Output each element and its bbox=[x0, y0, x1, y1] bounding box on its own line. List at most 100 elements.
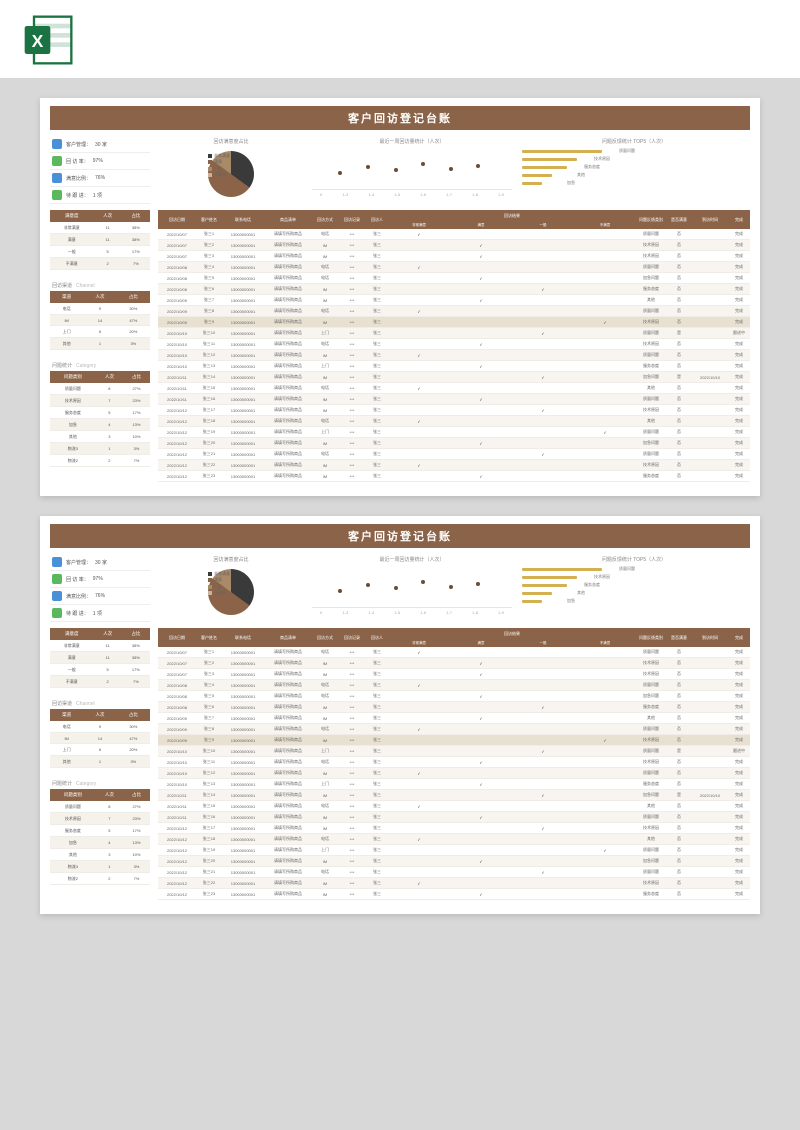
table-row: 2022/10/12张三1913000000001请填写所购商品上门***张三✓… bbox=[158, 845, 750, 856]
channel-table: 渠道人次占比电话930%IM1447%上门620%其他13% bbox=[50, 291, 150, 350]
table-row: 2022/10/10张三1113000000001请填写所购商品电话***张三✓… bbox=[158, 757, 750, 768]
kpi-label: 待 跟 进： bbox=[66, 610, 89, 617]
table-row: 2022/10/08张三513000000001请填写所购商品电话***张三✓加… bbox=[158, 273, 750, 284]
main-table-panel: 回访日期客户姓名联系电话商品清单回访方式回访记录回访人回访结果问题反馈类别是否满… bbox=[158, 210, 750, 482]
section-label: 问题统计 bbox=[52, 363, 72, 369]
table-row: 其他310% bbox=[50, 849, 150, 861]
table-row: 2022/10/12张三2013000000001请填写所购商品IM***张三✓… bbox=[158, 856, 750, 867]
kpi-value: 1 项 bbox=[93, 610, 102, 617]
table-row: 其他13% bbox=[50, 338, 150, 350]
table-row: 上门620% bbox=[50, 744, 150, 756]
smile-icon bbox=[52, 173, 62, 183]
line-chart bbox=[320, 153, 504, 183]
dashboard-row: 客户管理：30 家 回 访 率：97% 满意比例：76% 待 跟 进：1 项 回… bbox=[50, 136, 750, 204]
table-row: 2022/10/10张三1113000000001请填写所购商品电话***张三✓… bbox=[158, 339, 750, 350]
chart-title: 回访满意度占比 bbox=[156, 136, 306, 147]
table-row: 2022/10/07张三313000000001请填写所购商品IM***张三✓技… bbox=[158, 251, 750, 262]
satisfaction-table: 满意度人次占比非常满意1138%满意1138%一般517%不满意27% bbox=[50, 210, 150, 270]
table-row: 非常满意1138% bbox=[50, 222, 150, 234]
table-row: 2022/10/11张三1413000000001请填写所购商品IM***张三✓… bbox=[158, 790, 750, 801]
kpi-label: 满意比例： bbox=[66, 175, 91, 182]
table-row: 电话930% bbox=[50, 721, 150, 733]
table-row: 一般517% bbox=[50, 246, 150, 258]
table-row: 2022/10/12张三2013000000001请填写所购商品IM***张三✓… bbox=[158, 438, 750, 449]
section-label-en: Category bbox=[76, 781, 96, 787]
table-row: 2022/10/10张三1313000000001请填写所购商品上门***张三✓… bbox=[158, 779, 750, 790]
kpi-label: 回 访 率： bbox=[66, 158, 89, 165]
kpi-value: 1 项 bbox=[93, 192, 102, 199]
satisfaction-table: 满意度人次占比非常满意1138%满意1138%一般517%不满意27% bbox=[50, 628, 150, 688]
kpi-label: 回 访 率： bbox=[66, 576, 89, 583]
kpi-label: 满意比例： bbox=[66, 593, 91, 600]
table-row: 物流313% bbox=[50, 443, 150, 455]
table-row: 2022/10/07张三113000000001请填写所购商品电话***张三✓质… bbox=[158, 647, 750, 658]
line-panel: 最近一周回访量统计（人次） 01-31-41-51-61-71-81-9 bbox=[312, 136, 512, 204]
table-row: 2022/10/12张三1713000000001请填写所购商品IM***张三✓… bbox=[158, 405, 750, 416]
excel-icon: X bbox=[20, 12, 76, 68]
table-row: 2022/10/08张三613000000001请填写所购商品IM***张三✓服… bbox=[158, 702, 750, 713]
table-row: 2022/10/12张三2213000000001请填写所购商品IM***张三✓… bbox=[158, 460, 750, 471]
channel-table: 渠道人次占比电话930%IM1447%上门620%其他13% bbox=[50, 709, 150, 768]
table-row: 2022/10/07张三213000000001请填写所购商品IM***张三✓技… bbox=[158, 240, 750, 251]
table-row: 2022/10/07张三213000000001请填写所购商品IM***张三✓技… bbox=[158, 658, 750, 669]
table-row: IM1447% bbox=[50, 315, 150, 326]
table-row: 不满意27% bbox=[50, 258, 150, 270]
table-row: 加急413% bbox=[50, 837, 150, 849]
chart-title: 最近一周回访量统计（人次） bbox=[312, 136, 512, 147]
table-row: 2022/10/08张三413000000001请填写所购商品电话***张三✓质… bbox=[158, 262, 750, 273]
table-row: 2022/10/09张三913000000001请填写所购商品IM***张三✓技… bbox=[158, 317, 750, 328]
section-label: 回访渠道 bbox=[52, 283, 72, 289]
kpi-value: 97% bbox=[93, 158, 103, 164]
kpi-value: 76% bbox=[95, 593, 105, 599]
chart-title: 最近一周回访量统计（人次） bbox=[312, 554, 512, 565]
pie-legend: 非常满意满意一般不满意 bbox=[208, 571, 230, 597]
table-row: 2022/10/09张三813000000001请填写所购商品电话***张三✓质… bbox=[158, 724, 750, 735]
table-row: 一般517% bbox=[50, 664, 150, 676]
table-row: 技术原因723% bbox=[50, 395, 150, 407]
table-row: 技术原因723% bbox=[50, 813, 150, 825]
chart-title: 问题反馈统计 TOP5（人次） bbox=[518, 136, 750, 147]
table-row: 2022/10/08张三513000000001请填写所购商品电话***张三✓加… bbox=[158, 691, 750, 702]
table-row: 物流227% bbox=[50, 455, 150, 467]
table-row: 不满意27% bbox=[50, 676, 150, 688]
line-axis: 01-31-41-51-61-71-81-9 bbox=[312, 607, 512, 617]
line-panel: 最近一周回访量统计（人次） 01-31-41-51-61-71-81-9 bbox=[312, 554, 512, 622]
table-row: 物流227% bbox=[50, 873, 150, 885]
main-table-panel: 回访日期客户姓名联系电话商品清单回访方式回访记录回访人回访结果问题反馈类别是否满… bbox=[158, 628, 750, 900]
table-row: 2022/10/10张三1013000000001请填写所购商品上门***张三✓… bbox=[158, 746, 750, 757]
table-row: 2022/10/12张三1713000000001请填写所购商品IM***张三✓… bbox=[158, 823, 750, 834]
table-row: 2022/10/12张三2213000000001请填写所购商品IM***张三✓… bbox=[158, 878, 750, 889]
phone-icon bbox=[52, 156, 62, 166]
table-row: 质量问题827% bbox=[50, 383, 150, 395]
kpi-value: 97% bbox=[93, 576, 103, 582]
kpi-label: 待 跟 进： bbox=[66, 192, 89, 199]
table-row: 2022/10/09张三713000000001请填写所购商品IM***张三✓其… bbox=[158, 713, 750, 724]
table-row: 2022/10/10张三1213000000001请填写所购商品IM***张三✓… bbox=[158, 350, 750, 361]
table-row: 2022/10/10张三1013000000001请填写所购商品上门***张三✓… bbox=[158, 328, 750, 339]
table-row: 加急413% bbox=[50, 419, 150, 431]
sheet-title: 客户回访登记台账 bbox=[50, 106, 750, 130]
bar-chart: 质量问题技术原因服务态度其他加急 bbox=[518, 565, 750, 605]
pie-panel: 回访满意度占比 非常满意满意一般不满意 bbox=[156, 136, 306, 204]
side-panel: 满意度人次占比非常满意1138%满意1138%一般517%不满意27% 回访渠道… bbox=[50, 210, 150, 482]
category-table: 问题类别人次占比质量问题827%技术原因723%服务态度517%加急413%其他… bbox=[50, 789, 150, 885]
kpi-label: 客户管理： bbox=[66, 559, 91, 566]
main-table: 回访日期客户姓名联系电话商品清单回访方式回访记录回访人回访结果问题反馈类别是否满… bbox=[158, 210, 750, 482]
table-row: 2022/10/12张三2113000000001请填写所购商品电话***张三✓… bbox=[158, 867, 750, 878]
kpi-value: 30 家 bbox=[95, 559, 107, 566]
table-row: 2022/10/08张三413000000001请填写所购商品电话***张三✓质… bbox=[158, 680, 750, 691]
table-row: 2022/10/12张三2313000000001请填写所购商品IM***张三✓… bbox=[158, 471, 750, 482]
table-row: 满意1138% bbox=[50, 234, 150, 246]
main-table: 回访日期客户姓名联系电话商品清单回访方式回访记录回访人回访结果问题反馈类别是否满… bbox=[158, 628, 750, 900]
bar-panel: 问题反馈统计 TOP5（人次） 质量问题技术原因服务态度其他加急 bbox=[518, 554, 750, 622]
table-row: 2022/10/07张三313000000001请填写所购商品IM***张三✓技… bbox=[158, 669, 750, 680]
sheet-title: 客户回访登记台账 bbox=[50, 524, 750, 548]
table-row: 满意1138% bbox=[50, 652, 150, 664]
page-header: X bbox=[0, 0, 800, 78]
svg-text:X: X bbox=[32, 31, 44, 51]
table-row: 质量问题827% bbox=[50, 801, 150, 813]
table-row: 2022/10/11张三1413000000001请填写所购商品IM***张三✓… bbox=[158, 372, 750, 383]
table-row: 上门620% bbox=[50, 326, 150, 338]
section-label-en: Channel bbox=[76, 283, 95, 289]
table-row: 2022/10/12张三1813000000001请填写所购商品电话***张三✓… bbox=[158, 834, 750, 845]
